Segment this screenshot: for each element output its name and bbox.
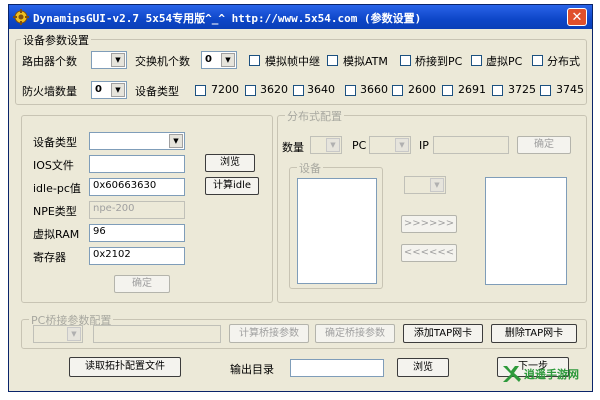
- watermark: 逍遥手游网: [500, 360, 600, 388]
- dist-count-label: 数量: [282, 141, 304, 154]
- device-7200-checkbox[interactable]: [195, 85, 206, 96]
- pc-bridge-select[interactable]: ▼: [33, 325, 83, 343]
- move-right-button[interactable]: >>>>>>: [401, 215, 457, 233]
- watermark-text: 逍遥手游网: [524, 368, 579, 381]
- register-label: 寄存器: [33, 251, 66, 264]
- dist-ip-input[interactable]: [433, 136, 509, 154]
- device-3640-checkbox[interactable]: [293, 85, 304, 96]
- virtual-pc-checkbox[interactable]: [471, 55, 482, 66]
- ios-browse-button[interactable]: 浏览: [205, 154, 255, 172]
- confirm-bridge-button[interactable]: 确定桥接参数: [315, 324, 395, 343]
- dist-confirm-button[interactable]: 确定: [517, 136, 571, 154]
- device-3745-checkbox[interactable]: [540, 85, 551, 96]
- device-3640-label: 3640: [307, 83, 335, 96]
- npe-type-input: npe-200: [89, 201, 185, 219]
- frame-relay-label: 模拟帧中继: [265, 55, 320, 68]
- device-2600-checkbox[interactable]: [392, 85, 403, 96]
- chevron-down-icon: ▼: [221, 53, 235, 67]
- config-confirm-button[interactable]: 确定: [114, 275, 170, 293]
- output-dir-label: 输出目录: [230, 363, 274, 376]
- firewall-count-label: 防火墙数量: [22, 85, 77, 98]
- chevron-down-icon: ▼: [111, 83, 125, 97]
- device-2691-label: 2691: [458, 83, 486, 96]
- chevron-down-icon: ▼: [67, 327, 81, 341]
- bridge-pc-label: 桥接到PC: [415, 55, 463, 68]
- ios-file-label: IOS文件: [33, 159, 74, 172]
- dist-pc-select[interactable]: ▼: [369, 136, 411, 154]
- idle-pc-label: idle-pc值: [33, 182, 81, 195]
- device-params-legend: 设备参数设置: [21, 32, 91, 48]
- dist-pc-label: PC: [352, 139, 367, 152]
- chevron-down-icon: ▼: [326, 138, 340, 152]
- dist-device-legend: 设备: [297, 160, 323, 176]
- dist-count-select[interactable]: ▼: [310, 136, 342, 154]
- device-3725-label: 3725: [508, 83, 536, 96]
- pc-bridge-input[interactable]: [93, 325, 221, 343]
- dist-device-list[interactable]: [297, 178, 377, 284]
- device-type-label: 设备类型: [135, 85, 179, 98]
- main-window: DynamipsGUI-v2.7 5x54专用版^_^ http://www.5…: [8, 4, 593, 392]
- bridge-pc-checkbox[interactable]: [400, 55, 411, 66]
- chevron-down-icon: ▼: [395, 138, 409, 152]
- chevron-down-icon: ▼: [169, 134, 183, 148]
- device-2691-checkbox[interactable]: [442, 85, 453, 96]
- device-3725-checkbox[interactable]: [492, 85, 503, 96]
- device-7200-label: 7200: [211, 83, 239, 96]
- dist-target-select[interactable]: ▼: [404, 176, 446, 194]
- output-browse-button[interactable]: 浏览: [397, 358, 449, 377]
- dist-ip-label: IP: [419, 139, 429, 152]
- close-icon: ✕: [571, 10, 583, 25]
- device-3660-label: 3660: [360, 83, 388, 96]
- npe-type-label: NPE类型: [33, 205, 77, 218]
- chevron-down-icon: ▼: [430, 178, 444, 192]
- virtual-ram-label: 虚拟RAM: [33, 228, 80, 241]
- device-3745-label: 3745: [556, 83, 584, 96]
- device-2600-label: 2600: [408, 83, 436, 96]
- frame-relay-checkbox[interactable]: [249, 55, 260, 66]
- config-device-type-label: 设备类型: [33, 136, 77, 149]
- atm-label: 模拟ATM: [343, 55, 388, 68]
- firewall-count-select[interactable]: 0 ▼: [91, 81, 127, 99]
- app-icon: [13, 9, 29, 25]
- calc-bridge-button[interactable]: 计算桥接参数: [229, 324, 309, 343]
- chevron-down-icon: ▼: [111, 53, 125, 67]
- register-input[interactable]: 0x2102: [89, 247, 185, 265]
- router-count-select[interactable]: ▼: [91, 51, 127, 69]
- device-3660-checkbox[interactable]: [345, 85, 356, 96]
- idle-pc-input[interactable]: 0x60663630: [89, 178, 185, 196]
- distributed-legend: 分布式配置: [285, 108, 344, 124]
- watermark-logo-icon: [503, 366, 521, 382]
- device-3620-label: 3620: [260, 83, 288, 96]
- move-left-button[interactable]: <<<<<<: [401, 244, 457, 262]
- ios-file-input[interactable]: [89, 155, 185, 173]
- window-title: DynamipsGUI-v2.7 5x54专用版^_^ http://www.5…: [33, 12, 422, 25]
- output-dir-input[interactable]: [290, 359, 384, 377]
- virtual-ram-input[interactable]: 96: [89, 224, 185, 242]
- virtual-pc-label: 虚拟PC: [486, 55, 523, 68]
- delete-tap-button[interactable]: 删除TAP网卡: [491, 324, 577, 343]
- close-button[interactable]: ✕: [567, 8, 587, 26]
- distributed-checkbox[interactable]: [532, 55, 543, 66]
- switch-count-select[interactable]: 0 ▼: [201, 51, 237, 69]
- dist-assigned-list[interactable]: [485, 177, 567, 285]
- router-count-label: 路由器个数: [22, 55, 77, 68]
- atm-checkbox[interactable]: [327, 55, 338, 66]
- read-topology-button[interactable]: 读取拓扑配置文件: [69, 357, 181, 377]
- device-3620-checkbox[interactable]: [245, 85, 256, 96]
- config-device-type-select[interactable]: ▼: [89, 132, 185, 150]
- title-bar: DynamipsGUI-v2.7 5x54专用版^_^ http://www.5…: [9, 5, 592, 29]
- switch-count-label: 交换机个数: [135, 55, 190, 68]
- distributed-label: 分布式: [547, 55, 580, 68]
- add-tap-button[interactable]: 添加TAP网卡: [403, 324, 483, 343]
- calc-idle-button[interactable]: 计算idle: [205, 177, 259, 195]
